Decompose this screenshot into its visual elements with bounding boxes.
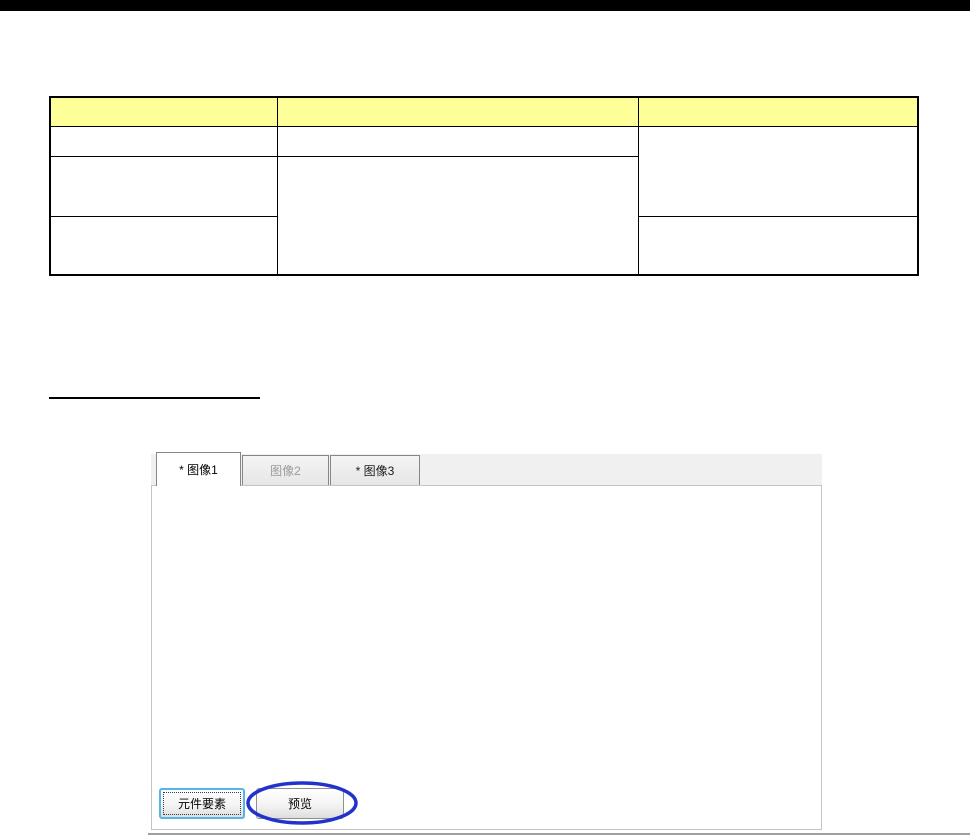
table-cell xyxy=(637,215,919,276)
table-header-row xyxy=(49,96,919,127)
tab-image1[interactable]: * 图像1 xyxy=(156,452,241,486)
table-cell xyxy=(49,155,278,217)
tab-image3-label: * 图像3 xyxy=(355,464,395,478)
tab-image3[interactable]: * 图像3 xyxy=(330,455,420,485)
table-cell xyxy=(49,215,278,276)
tab-content-panel: 元件要素 预览 xyxy=(151,485,822,830)
element-list-button[interactable]: 元件要素 xyxy=(159,788,245,819)
table-cell-merged xyxy=(276,155,639,276)
table-cell xyxy=(49,125,278,157)
table-cell xyxy=(276,125,639,157)
top-divider-bar xyxy=(0,0,970,11)
blank-heading-underline xyxy=(49,397,260,399)
figure-bottom-edge xyxy=(148,833,970,835)
tab-image1-label: * 图像1 xyxy=(179,463,218,477)
table-header-cell-3 xyxy=(637,96,919,127)
tab-image2-label: 图像2 xyxy=(270,464,301,478)
tab-image2[interactable]: 图像2 xyxy=(242,455,329,485)
spec-table xyxy=(49,96,919,276)
table-row-1 xyxy=(49,125,919,217)
table-header-cell-1 xyxy=(49,96,278,127)
manual-page: * 图像1 图像2 * 图像3 元件要素 预览 xyxy=(0,0,970,839)
preview-button[interactable]: 预览 xyxy=(256,788,344,819)
table-header-cell-2 xyxy=(276,96,639,127)
preview-button-label: 预览 xyxy=(287,797,312,811)
element-list-button-label: 元件要素 xyxy=(177,797,226,811)
table-cell-merged xyxy=(637,125,919,217)
image-tabs-figure: * 图像1 图像2 * 图像3 元件要素 预览 xyxy=(151,452,822,833)
